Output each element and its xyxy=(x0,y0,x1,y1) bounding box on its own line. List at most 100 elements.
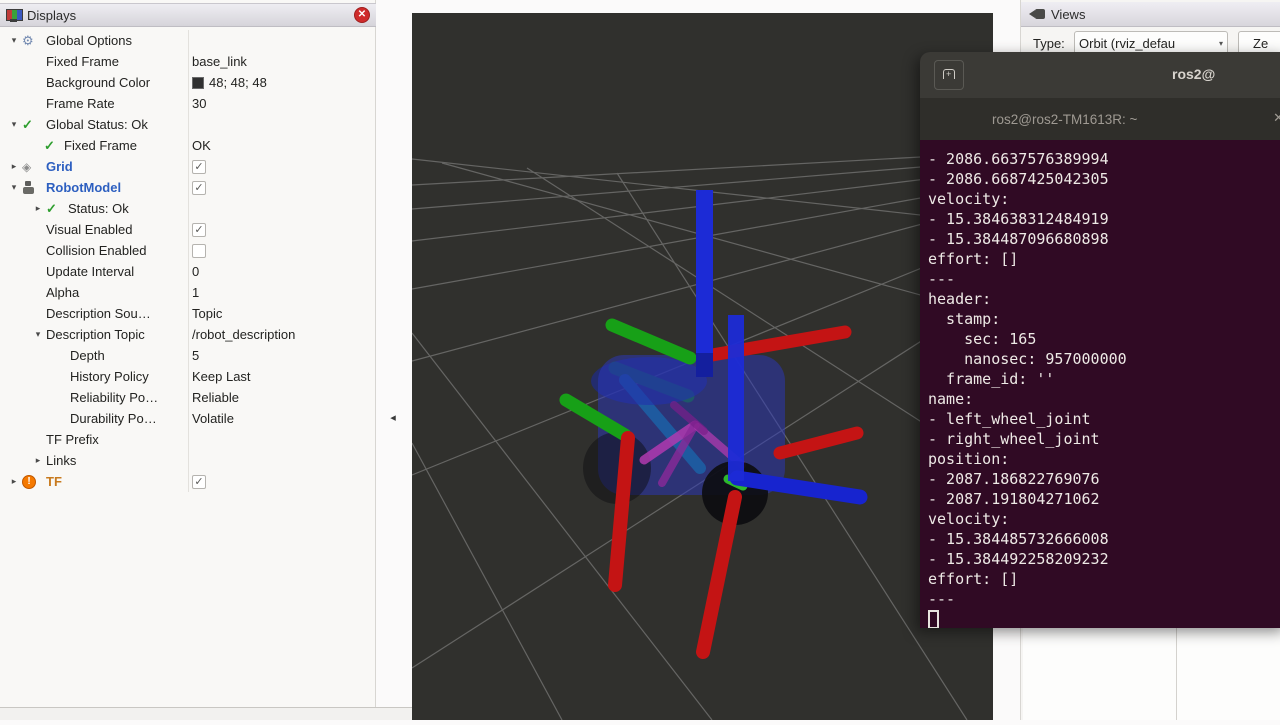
chevron-right-icon[interactable]: ▸ xyxy=(30,203,46,214)
terminal-output[interactable]: - 2086.6637576389994 - 2086.668742504230… xyxy=(920,140,1280,628)
row-label: Fixed Frame xyxy=(46,54,119,69)
terminal-window-title: ros2@ xyxy=(1172,66,1280,82)
status-ok-icon: ✓ xyxy=(44,139,55,152)
row-label: TF Prefix xyxy=(46,432,99,447)
chevron-right-icon[interactable]: ▸ xyxy=(6,161,22,172)
grid-enabled-checkbox[interactable] xyxy=(192,160,206,174)
type-label: Type: xyxy=(1033,36,1065,51)
row-label: Collision Enabled xyxy=(46,243,146,258)
visual-enabled-checkbox[interactable] xyxy=(192,223,206,237)
row-update-interval[interactable]: Update Interval 0 xyxy=(0,261,376,282)
views-panel-header[interactable]: Views xyxy=(1021,2,1280,27)
row-label: Global Status: Ok xyxy=(46,117,148,132)
row-links[interactable]: ▸ Links xyxy=(0,450,376,471)
collision-enabled-checkbox[interactable] xyxy=(192,244,206,258)
row-label: History Policy xyxy=(70,369,149,384)
row-label: Description Sou… xyxy=(46,306,151,321)
row-value[interactable]: 5 xyxy=(192,345,199,366)
terminal-line: name: xyxy=(928,389,1280,409)
row-value[interactable]: Reliable xyxy=(192,387,239,408)
row-value[interactable]: 30 xyxy=(192,93,206,114)
row-durability-policy[interactable]: Durability Po… Volatile xyxy=(0,408,376,429)
row-fixed-frame[interactable]: Fixed Frame base_link xyxy=(0,51,376,72)
displays-panel-title: Displays xyxy=(27,8,354,23)
chevron-right-icon[interactable]: ▸ xyxy=(30,455,46,466)
gear-icon: ⚙ xyxy=(22,34,34,47)
panel-splitter[interactable] xyxy=(377,0,412,707)
row-robotmodel[interactable]: ▾ RobotModel xyxy=(0,177,376,198)
row-background-color[interactable]: Background Color 48; 48; 48 xyxy=(0,72,376,93)
terminal-tab-label[interactable]: ros2@ros2-TM1613R: ~ xyxy=(992,112,1137,127)
row-global-options[interactable]: ▾ ⚙ Global Options xyxy=(0,30,376,51)
terminal-line: --- xyxy=(928,269,1280,289)
displays-property-tree: ▾ ⚙ Global Options Fixed Frame base_link… xyxy=(0,30,376,492)
warning-icon: ! xyxy=(22,475,36,489)
row-label: Frame Rate xyxy=(46,96,115,111)
row-value[interactable]: base_link xyxy=(192,51,247,72)
terminal-window[interactable]: ros2@ ros2@ros2-TM1613R: ~ ✕ - 2086.6637… xyxy=(920,52,1280,628)
robot-scene xyxy=(412,13,993,720)
displays-panel-header[interactable]: Displays ✕ xyxy=(0,3,376,27)
row-label: Background Color xyxy=(46,75,150,90)
row-history-policy[interactable]: History Policy Keep Last xyxy=(0,366,376,387)
chevron-down-icon[interactable]: ▾ xyxy=(30,329,46,340)
row-tf[interactable]: ▸ ! TF xyxy=(0,471,376,492)
terminal-line: --- xyxy=(928,589,1280,609)
row-label: Visual Enabled xyxy=(46,222,133,237)
row-status-ok[interactable]: ▸ ✓ Status: Ok xyxy=(0,198,376,219)
row-frame-rate[interactable]: Frame Rate 30 xyxy=(0,93,376,114)
row-label: Fixed Frame xyxy=(64,138,137,153)
row-description-topic[interactable]: ▾ Description Topic /robot_description xyxy=(0,324,376,345)
terminal-line: frame_id: '' xyxy=(928,369,1280,389)
row-grid[interactable]: ▸ ◈ Grid xyxy=(0,156,376,177)
terminal-line: - 2086.6637576389994 xyxy=(928,149,1280,169)
row-value[interactable]: Keep Last xyxy=(192,366,251,387)
terminal-line: - right_wheel_joint xyxy=(928,429,1280,449)
row-label: Alpha xyxy=(46,285,79,300)
row-tf-prefix[interactable]: TF Prefix xyxy=(0,429,376,450)
terminal-line: sec: 165 xyxy=(928,329,1280,349)
row-depth[interactable]: Depth 5 xyxy=(0,345,376,366)
row-value[interactable]: Volatile xyxy=(192,408,234,429)
row-label: Reliability Po… xyxy=(70,390,158,405)
row-collision-enabled[interactable]: Collision Enabled xyxy=(0,240,376,261)
row-alpha[interactable]: Alpha 1 xyxy=(0,282,376,303)
new-tab-icon xyxy=(943,69,955,81)
robotmodel-enabled-checkbox[interactable] xyxy=(192,181,206,195)
terminal-line: header: xyxy=(928,289,1280,309)
camera-icon xyxy=(1029,9,1045,19)
collapse-panel-icon[interactable]: ◂ xyxy=(386,408,400,428)
terminal-line: stamp: xyxy=(928,309,1280,329)
row-fixed-frame-status[interactable]: ✓ Fixed Frame OK xyxy=(0,135,376,156)
row-visual-enabled[interactable]: Visual Enabled xyxy=(0,219,376,240)
row-value[interactable]: /robot_description xyxy=(192,324,295,345)
displays-panel: Displays ✕ ▾ ⚙ Global Options Fixed Fram… xyxy=(0,0,376,707)
row-label: Depth xyxy=(70,348,105,363)
terminal-line: - 2087.186822769076 xyxy=(928,469,1280,489)
terminal-line: effort: [] xyxy=(928,569,1280,589)
chevron-right-icon[interactable]: ▸ xyxy=(6,476,22,487)
terminal-line: velocity: xyxy=(928,189,1280,209)
terminal-headerbar[interactable]: ros2@ xyxy=(920,52,1280,98)
render-viewport-3d[interactable] xyxy=(412,13,993,720)
row-description-source[interactable]: Description Sou… Topic xyxy=(0,303,376,324)
terminal-line: - 15.384485732666008 xyxy=(928,529,1280,549)
row-value[interactable]: 1 xyxy=(192,282,199,303)
chevron-down-icon[interactable]: ▾ xyxy=(6,182,22,193)
row-value[interactable]: 48; 48; 48 xyxy=(192,72,267,93)
tab-close-icon[interactable]: ✕ xyxy=(1273,110,1280,126)
chevron-down-icon: ▾ xyxy=(1219,39,1223,48)
row-value[interactable]: 0 xyxy=(192,261,199,282)
close-icon[interactable]: ✕ xyxy=(354,7,370,23)
terminal-line: - 2086.6687425042305 xyxy=(928,169,1280,189)
terminal-tab-bar[interactable]: ros2@ros2-TM1613R: ~ ✕ xyxy=(920,98,1280,140)
new-tab-button[interactable] xyxy=(934,60,964,90)
terminal-line: effort: [] xyxy=(928,249,1280,269)
status-ok-icon: ✓ xyxy=(22,118,33,131)
chevron-down-icon[interactable]: ▾ xyxy=(6,119,22,130)
tf-enabled-checkbox[interactable] xyxy=(192,475,206,489)
row-value[interactable]: Topic xyxy=(192,303,222,324)
row-reliability-policy[interactable]: Reliability Po… Reliable xyxy=(0,387,376,408)
chevron-down-icon[interactable]: ▾ xyxy=(6,35,22,46)
row-global-status[interactable]: ▾ ✓ Global Status: Ok xyxy=(0,114,376,135)
